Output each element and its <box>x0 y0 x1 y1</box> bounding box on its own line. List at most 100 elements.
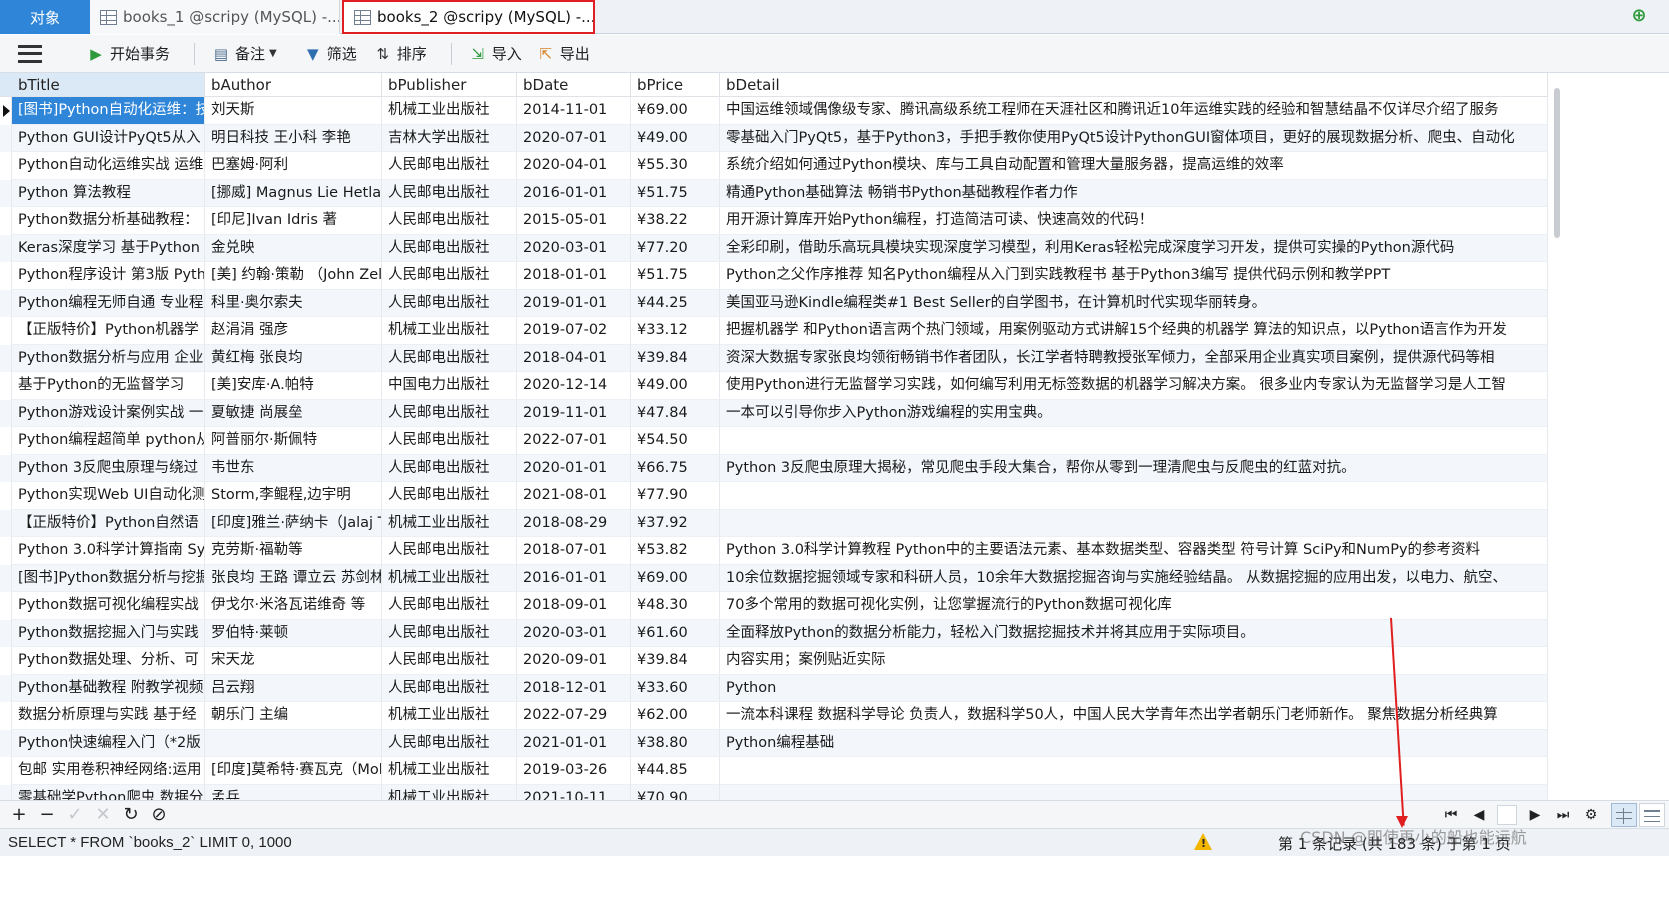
table-cell-bpublisher[interactable]: 人民邮电出版社 <box>382 427 517 455</box>
discard-changes-icon[interactable]: ✕ <box>90 803 116 827</box>
row-selector[interactable] <box>0 262 12 290</box>
add-record-icon[interactable]: + <box>6 803 32 827</box>
row-selector[interactable] <box>0 674 12 702</box>
table-row[interactable]: Python数据分析与应用 企业 黄红梅 张良均 人民邮电出版社 2018-04-01… <box>0 344 1548 372</box>
table-cell-bauthor[interactable]: 金兑映 <box>205 234 382 262</box>
table-cell-bdate[interactable]: 2020-03-01 <box>517 619 631 647</box>
table-cell-btitle[interactable]: 基于Python的无监督学习 <box>12 372 205 400</box>
form-view-icon[interactable] <box>1639 803 1665 827</box>
row-selector[interactable] <box>0 702 12 730</box>
row-selector[interactable] <box>0 454 12 482</box>
table-row[interactable]: Python 算法教程 [挪威] Magnus Lie Hetland 人民邮电出版… <box>0 179 1548 207</box>
table-cell-bdate[interactable]: 2019-03-26 <box>517 757 631 785</box>
table-cell-bdate[interactable]: 2022-07-01 <box>517 427 631 455</box>
table-row[interactable]: Python 3反爬虫原理与绕过 韦世东 人民邮电出版社 2020-01-01 ¥66.… <box>0 454 1548 482</box>
table-cell-btitle[interactable]: Python数据分析基础教程： <box>12 207 205 235</box>
table-cell-bauthor[interactable]: [印度]雅兰·萨纳卡（Jalaj Thanaki） <box>205 509 382 537</box>
table-cell-bpublisher[interactable]: 人民邮电出版社 <box>382 207 517 235</box>
table-row[interactable]: Python 3.0科学计算指南 Sy 克劳斯·福勒等 人民邮电出版社 2018-07… <box>0 537 1548 565</box>
table-cell-btitle[interactable]: Python数据挖掘入门与实践 <box>12 619 205 647</box>
table-cell-bdetail[interactable]: 资深大数据专家张良均领衔畅销书作者团队，长江学者特聘教授张军倾力，全部采用企业真… <box>720 344 1548 372</box>
tab-books-1[interactable]: books_1 @scripy (MySQL) -... <box>90 0 340 34</box>
table-cell-bprice[interactable]: ¥33.60 <box>631 674 720 702</box>
table-cell-btitle[interactable]: Python数据可视化编程实战 <box>12 592 205 620</box>
table-cell-bprice[interactable]: ¥39.84 <box>631 647 720 675</box>
table-row[interactable]: Keras深度学习 基于Python 金兑映 人民邮电出版社 2020-03-01 ¥7… <box>0 234 1548 262</box>
table-cell-bauthor[interactable]: 罗伯特·莱顿 <box>205 619 382 647</box>
table-cell-bdate[interactable]: 2022-07-29 <box>517 702 631 730</box>
table-cell-bdetail[interactable]: 一本可以引导你步入Python游戏编程的实用宝典。 <box>720 399 1548 427</box>
table-cell-bauthor[interactable] <box>205 729 382 757</box>
row-selector[interactable] <box>0 399 12 427</box>
table-row[interactable]: 数据分析原理与实践 基于经 朝乐门 主编 机械工业出版社 2022-07-29 ¥62.… <box>0 702 1548 730</box>
sort-button[interactable]: ⇅ 排序 <box>371 39 431 69</box>
table-cell-bauthor[interactable]: [美]安库·A.帕特 <box>205 372 382 400</box>
column-header-bdetail[interactable]: bDetail <box>720 73 1548 97</box>
table-cell-bprice[interactable]: ¥62.00 <box>631 702 720 730</box>
table-cell-bauthor[interactable]: [美] 约翰·策勒 （John Zelle） <box>205 262 382 290</box>
row-selector[interactable] <box>0 564 12 592</box>
table-cell-bauthor[interactable]: 克劳斯·福勒等 <box>205 537 382 565</box>
table-cell-bdetail[interactable] <box>720 757 1548 785</box>
column-header-bdate[interactable]: bDate <box>517 73 631 97</box>
table-cell-bdate[interactable]: 2014-11-01 <box>517 97 631 125</box>
table-cell-bdate[interactable]: 2018-09-01 <box>517 592 631 620</box>
table-row[interactable]: Python自动化运维实战 运维 巴塞姆·阿利 人民邮电出版社 2020-04-01 ¥… <box>0 152 1548 180</box>
table-cell-bprice[interactable]: ¥69.00 <box>631 564 720 592</box>
table-cell-bpublisher[interactable]: 人民邮电出版社 <box>382 399 517 427</box>
row-selector[interactable] <box>0 757 12 785</box>
table-cell-bauthor[interactable]: [挪威] Magnus Lie Hetland <box>205 179 382 207</box>
table-cell-bdetail[interactable]: 10余位数据挖掘领域专家和科研人员，10余年大数据挖掘咨询与实施经验结晶。 从数… <box>720 564 1548 592</box>
table-cell-bpublisher[interactable]: 机械工业出版社 <box>382 97 517 125</box>
vertical-scrollbar[interactable] <box>1554 88 1560 238</box>
table-cell-btitle[interactable]: Python程序设计 第3版 Pyth <box>12 262 205 290</box>
row-selector[interactable] <box>0 509 12 537</box>
table-row[interactable]: [图书]Python自动化运维：技 刘天斯 机械工业出版社 2014-11-01 ¥69… <box>0 97 1548 125</box>
row-selector[interactable] <box>0 344 12 372</box>
table-cell-bdetail[interactable] <box>720 482 1548 510</box>
table-cell-btitle[interactable]: Python数据处理、分析、可 <box>12 647 205 675</box>
table-cell-btitle[interactable]: Python快速编程入门（*2版 <box>12 729 205 757</box>
table-cell-bpublisher[interactable]: 人民邮电出版社 <box>382 537 517 565</box>
table-cell-bdetail[interactable]: 美国亚马逊Kindle编程类#1 Best Seller的自学图书，在计算机时代… <box>720 289 1548 317</box>
refresh-icon[interactable]: ↻ <box>118 803 144 827</box>
table-cell-bprice[interactable]: ¥37.92 <box>631 509 720 537</box>
table-row[interactable]: Python快速编程入门（*2版 人民邮电出版社 2021-01-01 ¥38.80 P… <box>0 729 1548 757</box>
table-cell-btitle[interactable]: Python实现Web UI自动化测 <box>12 482 205 510</box>
export-button[interactable]: ⇱ 导出 <box>534 39 594 69</box>
table-row[interactable]: 基于Python的无监督学习 [美]安库·A.帕特 中国电力出版社 2020-12-1… <box>0 372 1548 400</box>
row-selector[interactable] <box>0 97 12 125</box>
table-cell-bprice[interactable]: ¥44.85 <box>631 757 720 785</box>
table-cell-bprice[interactable]: ¥48.30 <box>631 592 720 620</box>
table-cell-bprice[interactable]: ¥51.75 <box>631 262 720 290</box>
row-selector[interactable] <box>0 289 12 317</box>
table-cell-bdetail[interactable] <box>720 509 1548 537</box>
table-cell-bdate[interactable]: 2020-01-01 <box>517 454 631 482</box>
table-cell-bauthor[interactable]: 明日科技 王小科 李艳 <box>205 124 382 152</box>
column-header-bauthor[interactable]: bAuthor <box>205 73 382 97</box>
table-cell-bpublisher[interactable]: 人民邮电出版社 <box>382 482 517 510</box>
table-cell-bdate[interactable]: 2020-09-01 <box>517 647 631 675</box>
table-cell-btitle[interactable]: Python基础教程 附教学视频 <box>12 674 205 702</box>
row-selector[interactable] <box>0 427 12 455</box>
table-cell-bprice[interactable]: ¥55.30 <box>631 152 720 180</box>
table-cell-bdate[interactable]: 2020-12-14 <box>517 372 631 400</box>
table-cell-bdetail[interactable]: Python编程基础 <box>720 729 1548 757</box>
table-cell-bpublisher[interactable]: 人民邮电出版社 <box>382 674 517 702</box>
row-selector[interactable] <box>0 207 12 235</box>
table-cell-bdetail[interactable]: 零基础入门PyQt5，基于Python3，手把手教你使用PyQt5设计Pytho… <box>720 124 1548 152</box>
column-header-btitle[interactable]: bTitle <box>0 73 205 97</box>
table-cell-btitle[interactable]: Keras深度学习 基于Python <box>12 234 205 262</box>
table-row[interactable]: Python GUI设计PyQt5从入 明日科技 王小科 李艳 吉林大学出版社 202… <box>0 124 1548 152</box>
table-cell-bpublisher[interactable]: 机械工业出版社 <box>382 317 517 345</box>
table-cell-bauthor[interactable]: 宋天龙 <box>205 647 382 675</box>
table-cell-bprice[interactable]: ¥61.60 <box>631 619 720 647</box>
table-row[interactable]: 【正版特价】Python机器学 赵涓涓 强彦 机械工业出版社 2019-07-02 ¥3… <box>0 317 1548 345</box>
table-cell-bprice[interactable]: ¥53.82 <box>631 537 720 565</box>
table-cell-bpublisher[interactable]: 人民邮电出版社 <box>382 289 517 317</box>
table-cell-btitle[interactable]: [图书]Python自动化运维：技 <box>12 97 205 125</box>
table-cell-bdetail[interactable]: 把握机器学 和Python语言两个热门领域，用案例驱动方式讲解15个经典的机器学… <box>720 317 1548 345</box>
table-row[interactable]: Python游戏设计案例实战 一夏敏捷 尚展垒 人民邮电出版社 2019-11-01… <box>0 399 1548 427</box>
gear-icon[interactable]: ⚙ <box>1577 803 1605 827</box>
table-cell-bdetail[interactable]: Python之父作序推荐 知名Python编程从入门到实践教程书 基于Pytho… <box>720 262 1548 290</box>
